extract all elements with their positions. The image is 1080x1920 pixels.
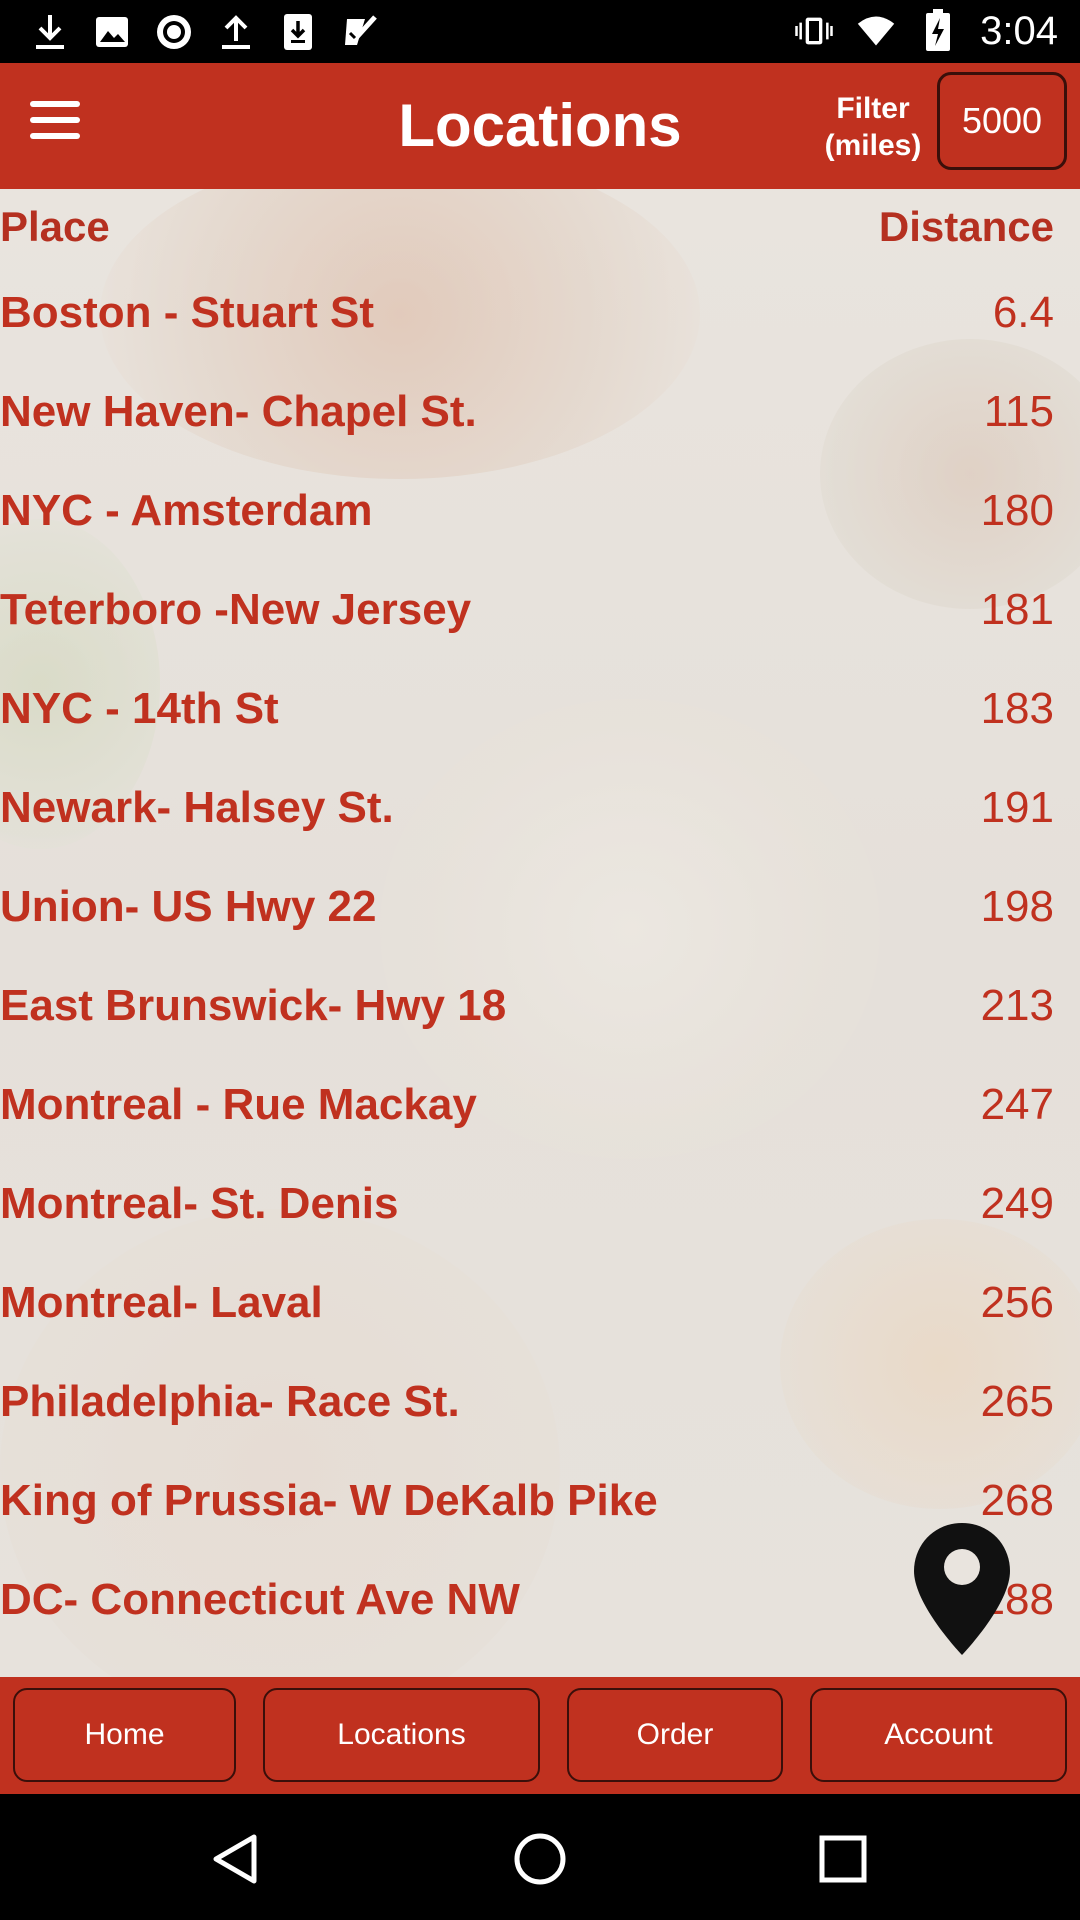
location-distance: 198 bbox=[980, 882, 1054, 931]
location-distance: 191 bbox=[980, 783, 1054, 832]
download-box-icon bbox=[278, 12, 318, 52]
download-icon bbox=[30, 12, 70, 52]
location-distance: 213 bbox=[980, 981, 1054, 1030]
location-row[interactable]: East Brunswick- Hwy 18 213 bbox=[0, 976, 1080, 1036]
status-bar: 3:04 bbox=[0, 0, 1080, 63]
location-name: Teterboro -New Jersey bbox=[0, 585, 472, 634]
location-name: Boston - Stuart St bbox=[0, 288, 374, 337]
home-circle-icon[interactable] bbox=[505, 1824, 575, 1894]
location-distance: 247 bbox=[980, 1080, 1054, 1129]
location-name: Union- US Hwy 22 bbox=[0, 882, 377, 931]
nav-locations-button[interactable]: Locations bbox=[263, 1688, 540, 1782]
location-name: Montreal - Rue Mackay bbox=[0, 1080, 477, 1129]
location-row[interactable]: Newark- Halsey St. 191 bbox=[0, 778, 1080, 838]
recents-square-icon[interactable] bbox=[808, 1824, 878, 1894]
location-name: NYC - Amsterdam bbox=[0, 486, 373, 535]
filter-label: Filter (miles) bbox=[818, 90, 928, 164]
location-row[interactable]: Union- US Hwy 22 198 bbox=[0, 877, 1080, 937]
location-distance: 180 bbox=[980, 486, 1054, 535]
location-name: East Brunswick- Hwy 18 bbox=[0, 981, 507, 1030]
nav-account-button[interactable]: Account bbox=[810, 1688, 1067, 1782]
filter-label-line1: Filter bbox=[836, 92, 910, 125]
location-distance: 181 bbox=[980, 585, 1054, 634]
filter-label-line2: (miles) bbox=[824, 129, 922, 162]
location-name: NYC - 14th St bbox=[0, 684, 279, 733]
location-name: King of Prussia- W DeKalb Pike bbox=[0, 1476, 658, 1525]
location-distance: 256 bbox=[980, 1278, 1054, 1327]
system-nav-bar bbox=[0, 1794, 1080, 1920]
location-distance: 265 bbox=[980, 1377, 1054, 1426]
header-distance: Distance bbox=[878, 203, 1054, 250]
header-place: Place bbox=[0, 203, 110, 250]
clock: 3:04 bbox=[980, 8, 1058, 53]
location-row[interactable]: Montreal- St. Denis 249 bbox=[0, 1174, 1080, 1234]
location-name: Montreal- St. Denis bbox=[0, 1179, 399, 1228]
location-name: New Haven- Chapel St. bbox=[0, 387, 477, 436]
wifi-icon bbox=[856, 11, 896, 51]
location-row[interactable]: Teterboro -New Jersey 181 bbox=[0, 580, 1080, 640]
locations-list-area: Place Distance Boston - Stuart St 6.4 Ne… bbox=[0, 189, 1080, 1677]
location-distance: 183 bbox=[980, 684, 1054, 733]
location-name: Newark- Halsey St. bbox=[0, 783, 394, 832]
image-icon bbox=[92, 12, 132, 52]
check-box-icon bbox=[340, 12, 380, 52]
background-photo-bowl bbox=[820, 339, 1080, 609]
location-row[interactable]: NYC - Amsterdam 180 bbox=[0, 481, 1080, 541]
vibrate-icon bbox=[794, 11, 834, 51]
back-icon[interactable] bbox=[200, 1824, 270, 1894]
list-header: Place Distance bbox=[0, 197, 1080, 257]
location-row[interactable]: Montreal- Laval 256 bbox=[0, 1273, 1080, 1333]
location-distance: 249 bbox=[980, 1179, 1054, 1228]
location-row[interactable]: Montreal - Rue Mackay 247 bbox=[0, 1075, 1080, 1135]
battery-charging-icon bbox=[918, 9, 958, 51]
filter-miles-input[interactable]: 5000 bbox=[937, 72, 1067, 170]
location-distance: 115 bbox=[983, 387, 1054, 436]
location-row[interactable]: Boston - Stuart St 6.4 bbox=[0, 283, 1080, 343]
record-icon bbox=[154, 12, 194, 52]
map-pin-icon[interactable] bbox=[910, 1519, 1014, 1659]
app-bar: Locations Filter (miles) 5000 bbox=[0, 63, 1080, 189]
nav-order-button[interactable]: Order bbox=[567, 1688, 783, 1782]
location-name: DC- Connecticut Ave NW bbox=[0, 1575, 520, 1624]
location-row[interactable]: NYC - 14th St 183 bbox=[0, 679, 1080, 739]
location-name: Philadelphia- Race St. bbox=[0, 1377, 460, 1426]
upload-icon bbox=[216, 12, 256, 52]
location-row[interactable]: New Haven- Chapel St. 115 bbox=[0, 382, 1080, 442]
background-photo-bowl bbox=[780, 1219, 1080, 1509]
nav-home-button[interactable]: Home bbox=[13, 1688, 236, 1782]
bottom-nav: Home Locations Order Account bbox=[0, 1677, 1080, 1794]
location-row[interactable]: Philadelphia- Race St. 265 bbox=[0, 1372, 1080, 1432]
location-distance: 6.4 bbox=[992, 288, 1054, 337]
location-name: Montreal- Laval bbox=[0, 1278, 323, 1327]
